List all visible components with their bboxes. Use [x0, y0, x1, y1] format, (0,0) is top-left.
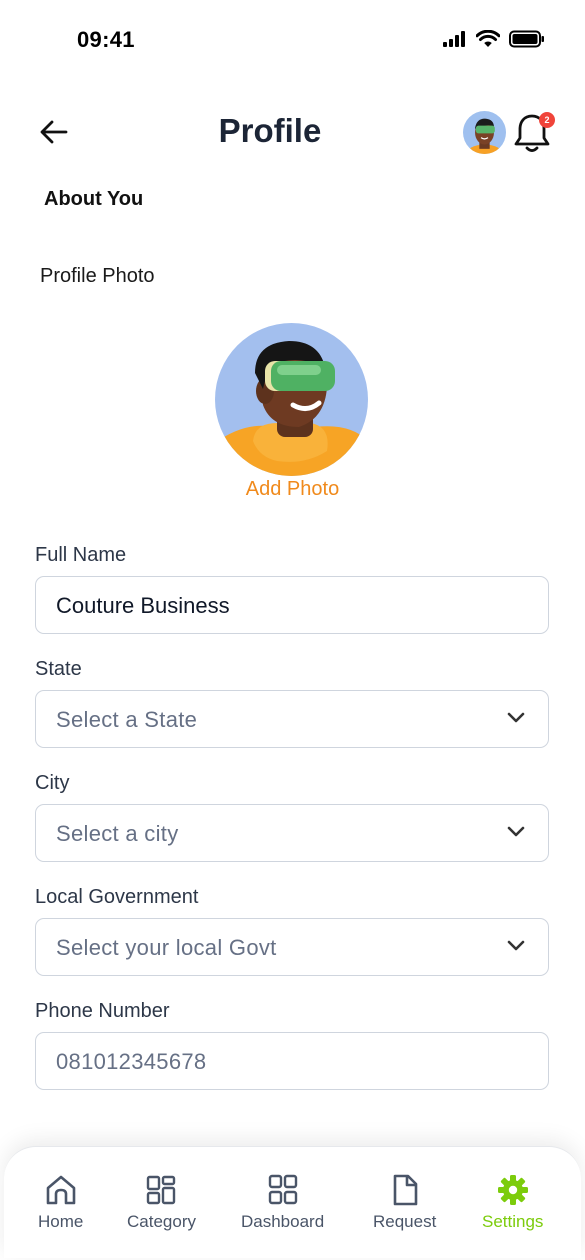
section-heading: About You	[44, 188, 144, 210]
nav-label-dashboard: Dashboard	[241, 1212, 325, 1231]
phone-number-placeholder: 081012345678	[56, 1049, 207, 1074]
status-time: 09:41	[77, 27, 135, 52]
avatar-image	[463, 111, 506, 154]
phone-number-input[interactable]: 081012345678	[35, 1032, 549, 1090]
nav-item-settings[interactable]: Settings	[482, 1173, 543, 1232]
chevron-down-icon	[507, 712, 525, 723]
status-icons	[443, 30, 545, 48]
profile-avatar-image	[215, 323, 368, 476]
local-government-label: Local Government	[35, 886, 199, 908]
state-label: State	[35, 658, 82, 680]
city-select[interactable]: Select a city	[35, 804, 549, 862]
home-icon	[46, 1175, 75, 1205]
gear-icon	[497, 1175, 528, 1205]
nav-label-category: Category	[127, 1212, 196, 1231]
bottom-nav: Home Category Dashboard Request Settings	[4, 1146, 581, 1258]
header: Profile	[0, 100, 585, 164]
full-name-label: Full Name	[35, 544, 127, 566]
nav-item-category[interactable]: Category	[127, 1173, 196, 1232]
full-name-value: Couture Business	[56, 593, 230, 618]
chevron-down-icon	[507, 940, 525, 951]
nav-item-request[interactable]: Request	[373, 1173, 436, 1232]
nav-label-home: Home	[38, 1212, 84, 1231]
page-title: Profile	[218, 112, 322, 149]
profile-photo-label: Profile Photo	[40, 265, 155, 287]
profile-photo[interactable]	[215, 323, 368, 476]
document-icon	[393, 1174, 417, 1206]
phone-number-label: Phone Number	[35, 1000, 170, 1022]
add-photo-link[interactable]: Add Photo	[0, 478, 585, 501]
dashboard-icon	[268, 1174, 297, 1205]
chevron-down-icon	[507, 826, 525, 837]
signal-icon	[443, 31, 465, 47]
full-name-field[interactable]: Couture Business	[35, 576, 549, 634]
nav-label-request: Request	[373, 1212, 437, 1231]
wifi-icon	[476, 30, 500, 47]
local-government-select[interactable]: Select your local Govt	[35, 918, 549, 976]
status-bar: 09:41	[0, 0, 585, 80]
battery-icon	[509, 30, 544, 48]
state-select[interactable]: Select a State	[35, 690, 549, 748]
local-government-placeholder: Select your local Govt	[56, 935, 277, 960]
state-placeholder: Select a State	[56, 707, 198, 732]
nav-item-dashboard[interactable]: Dashboard	[241, 1173, 324, 1232]
city-label: City	[35, 772, 70, 794]
nav-label-settings: Settings	[482, 1212, 544, 1231]
nav-item-home[interactable]: Home	[38, 1173, 83, 1232]
notification-badge: 2	[539, 112, 555, 128]
avatar[interactable]	[463, 111, 506, 154]
city-placeholder: Select a city	[56, 821, 179, 846]
grid-icon	[147, 1175, 176, 1205]
